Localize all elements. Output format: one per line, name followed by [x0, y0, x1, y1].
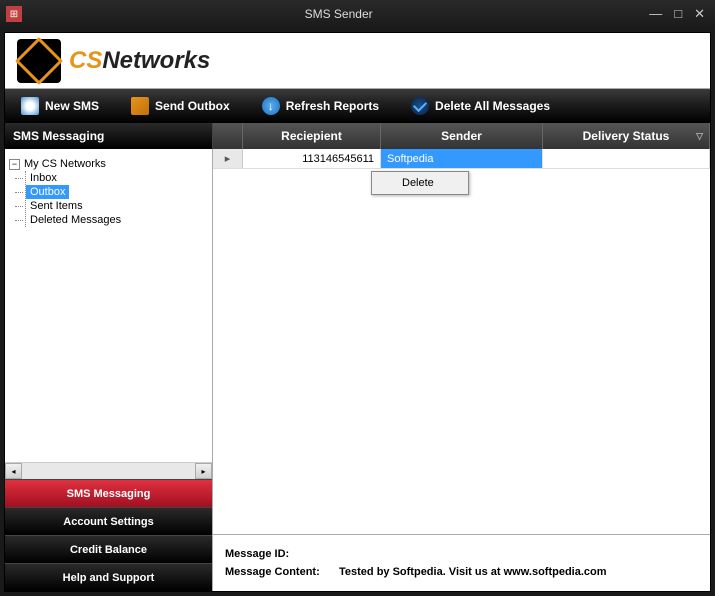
context-menu: Delete	[371, 171, 469, 195]
refresh-icon	[262, 97, 280, 115]
message-grid: ▸ 113146545611 Softpedia Delete	[213, 149, 710, 534]
refresh-reports-label: Refresh Reports	[286, 99, 379, 113]
app-window: SMS Sender — □ ✕ CS Networks New SMS Sen…	[0, 0, 715, 596]
delivery-header[interactable]: Delivery Status ▽	[543, 123, 710, 149]
filter-arrow-icon[interactable]: ▽	[696, 131, 703, 142]
minimize-button[interactable]: —	[649, 6, 662, 22]
context-delete[interactable]: Delete	[374, 174, 466, 192]
new-sms-icon	[21, 97, 39, 115]
details-panel: Message ID: Message Content: Tested by S…	[213, 534, 710, 591]
nav-credit-balance[interactable]: Credit Balance	[5, 535, 212, 563]
titlebar[interactable]: SMS Sender — □ ✕	[0, 0, 715, 28]
tree-collapse-icon[interactable]: −	[9, 159, 20, 170]
tree-item-sent[interactable]: Sent Items	[26, 199, 208, 213]
new-sms-label: New SMS	[45, 99, 99, 113]
app-icon	[6, 6, 22, 22]
delete-all-button[interactable]: Delete All Messages	[395, 89, 566, 123]
send-outbox-button[interactable]: Send Outbox	[115, 89, 246, 123]
row-marker-header[interactable]	[213, 123, 243, 149]
nav-buttons: SMS Messaging Account Settings Credit Ba…	[5, 479, 212, 591]
message-content-value: Tested by Softpedia. Visit us at www.sof…	[339, 566, 607, 578]
tree-root[interactable]: − My CS Networks	[9, 157, 208, 171]
folder-tree: − My CS Networks Inbox Outbox Sent Items…	[5, 149, 212, 462]
nav-sms-messaging[interactable]: SMS Messaging	[5, 479, 212, 507]
logo-text-cs: CS	[69, 47, 102, 75]
cell-recipient[interactable]: 113146545611	[243, 149, 381, 168]
refresh-reports-button[interactable]: Refresh Reports	[246, 89, 395, 123]
send-outbox-label: Send Outbox	[155, 99, 230, 113]
logo-bar: CS Networks	[5, 33, 710, 89]
tree-item-outbox[interactable]: Outbox	[26, 185, 69, 199]
nav-account-settings[interactable]: Account Settings	[5, 507, 212, 535]
body-row: − My CS Networks Inbox Outbox Sent Items…	[5, 149, 710, 591]
scroll-left-icon[interactable]: ◂	[5, 463, 22, 479]
scroll-track[interactable]	[22, 463, 195, 479]
cell-sender[interactable]: Softpedia	[381, 149, 543, 168]
delivery-header-label: Delivery Status	[583, 129, 670, 143]
sidebar-header: SMS Messaging	[5, 123, 213, 149]
logo-icon	[17, 39, 61, 83]
table-row[interactable]: ▸ 113146545611 Softpedia	[213, 149, 710, 169]
column-headers: SMS Messaging Reciepient Sender Delivery…	[5, 123, 710, 149]
window-title: SMS Sender	[28, 7, 649, 21]
main-panel: ▸ 113146545611 Softpedia Delete Message …	[213, 149, 710, 591]
tree-item-inbox[interactable]: Inbox	[26, 171, 208, 185]
recipient-header[interactable]: Reciepient	[243, 123, 381, 149]
new-sms-button[interactable]: New SMS	[5, 89, 115, 123]
logo-text-networks: Networks	[102, 47, 210, 75]
delete-all-icon	[411, 97, 429, 115]
send-outbox-icon	[131, 97, 149, 115]
close-button[interactable]: ✕	[694, 6, 705, 22]
sender-header[interactable]: Sender	[381, 123, 543, 149]
message-content-label: Message Content:	[225, 566, 339, 578]
scroll-right-icon[interactable]: ▸	[195, 463, 212, 479]
delete-all-label: Delete All Messages	[435, 99, 550, 113]
sidebar-scrollbar[interactable]: ◂ ▸	[5, 462, 212, 479]
tree-root-label: My CS Networks	[24, 158, 106, 170]
row-marker-icon: ▸	[213, 149, 243, 168]
sidebar: − My CS Networks Inbox Outbox Sent Items…	[5, 149, 213, 591]
maximize-button[interactable]: □	[674, 6, 682, 22]
nav-help-support[interactable]: Help and Support	[5, 563, 212, 591]
toolbar: New SMS Send Outbox Refresh Reports Dele…	[5, 89, 710, 123]
content-area: CS Networks New SMS Send Outbox Refresh …	[4, 32, 711, 592]
tree-item-deleted[interactable]: Deleted Messages	[26, 213, 208, 227]
cell-delivery[interactable]	[543, 149, 710, 168]
message-id-label: Message ID:	[225, 548, 339, 560]
